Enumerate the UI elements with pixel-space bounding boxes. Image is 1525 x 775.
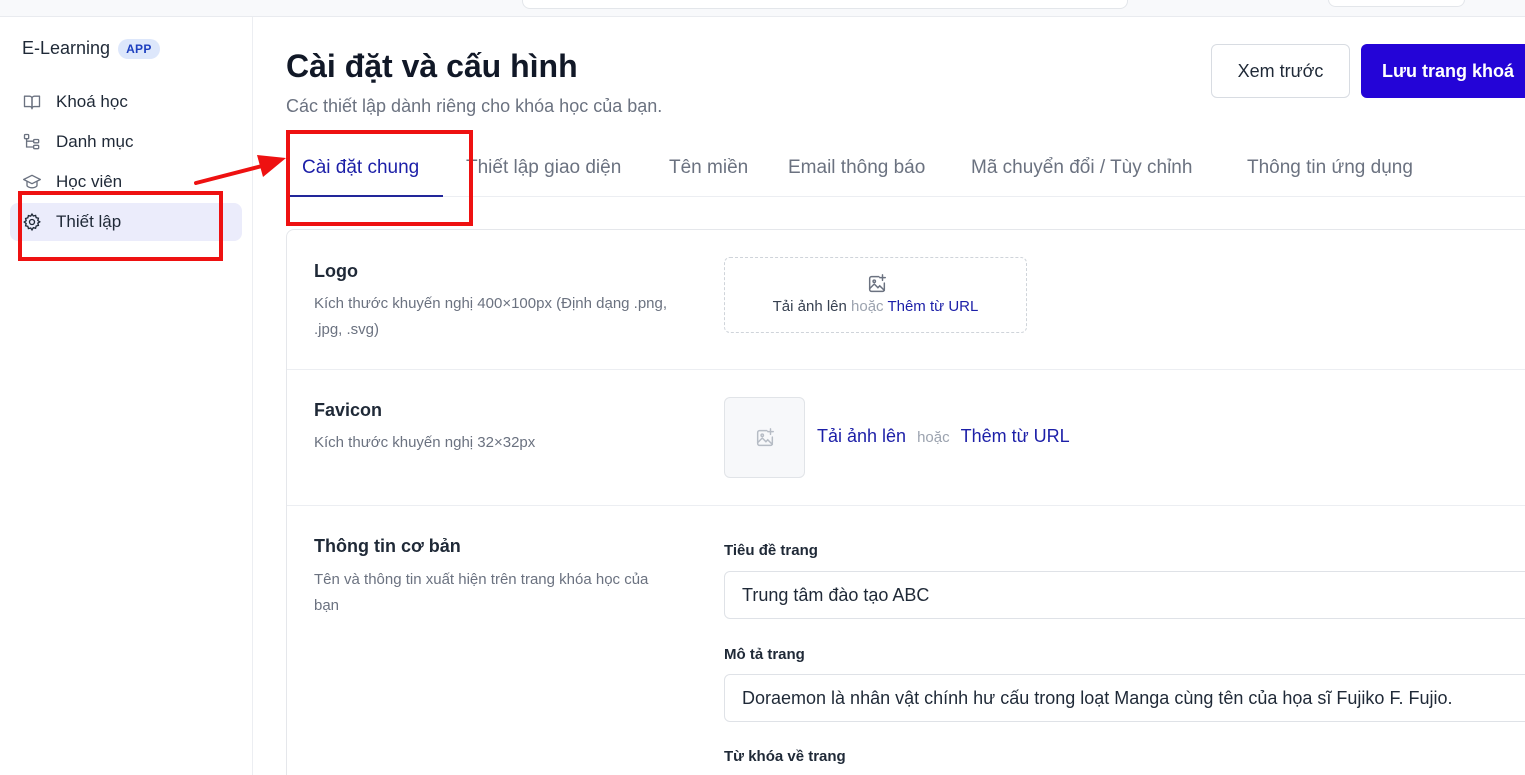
logo-section: Logo Kích thước khuyến nghị 400×100px (Đ…	[287, 230, 1525, 370]
logo-upload-link[interactable]: Tải ảnh lên	[773, 298, 847, 315]
tab-appearance[interactable]: Thiết lập giao diện	[466, 157, 621, 179]
logo-upload-zone[interactable]: Tải ảnh lên hoặc Thêm từ URL	[724, 257, 1027, 333]
brand: E-Learning APP	[22, 38, 160, 59]
tab-app-info[interactable]: Thông tin ứng dụng	[1247, 157, 1413, 179]
sidebar-item-label: Khoá học	[56, 92, 128, 111]
brand-badge: APP	[118, 38, 160, 59]
favicon-section: Favicon Kích thước khuyến nghị 32×32px T…	[287, 370, 1525, 506]
sidebar-item-label: Học viên	[56, 172, 123, 191]
annotation-box-general-tab	[286, 130, 473, 226]
logo-desc: Kích thước khuyến nghị 400×100px (Định d…	[314, 295, 668, 338]
favicon-title: Favicon	[314, 400, 383, 420]
tree-icon	[23, 133, 40, 150]
page-title: Cài đặt và cấu hình	[286, 48, 578, 84]
favicon-preview[interactable]	[724, 397, 805, 478]
favicon-desc: Kích thước khuyến nghị 32×32px	[314, 434, 536, 451]
basic-info-title: Thông tin cơ bản	[314, 536, 461, 556]
favicon-upload-link[interactable]: Tải ảnh lên	[817, 426, 906, 447]
basic-info-section: Thông tin cơ bản Tên và thông tin xuất h…	[287, 506, 1525, 775]
image-add-icon	[868, 274, 886, 293]
page-desc-input[interactable]: Doraemon là nhân vật chính hư cấu trong …	[724, 674, 1525, 722]
basic-info-desc: Tên và thông tin xuất hiện trên trang kh…	[314, 571, 649, 614]
page-title-input[interactable]: Trung tâm đào tạo ABC	[724, 571, 1525, 619]
save-page-button[interactable]: Lưu trang khoá	[1361, 44, 1525, 98]
user-menu[interactable]	[1328, 0, 1465, 7]
annotation-box-settings	[18, 191, 223, 261]
sidebar-item-label: Danh mục	[56, 132, 134, 151]
settings-card: Logo Kích thước khuyến nghị 400×100px (Đ…	[286, 229, 1525, 775]
logo-add-url-link[interactable]: Thêm từ URL	[887, 298, 978, 315]
logo-upload-text: Tải ảnh lên hoặc Thêm từ URL	[725, 298, 1026, 315]
book-open-icon	[23, 95, 41, 110]
top-bar	[0, 0, 1525, 17]
preview-button[interactable]: Xem trước	[1211, 44, 1350, 98]
logo-title: Logo	[314, 261, 358, 281]
logo-or-text: hoặc	[851, 298, 884, 315]
favicon-upload-links: Tải ảnh lên hoặc Thêm từ URL	[817, 426, 1070, 447]
sidebar-item-categories[interactable]: Danh mục	[10, 123, 242, 161]
keywords-label: Từ khóa về trang	[724, 748, 846, 765]
favicon-or-text: hoặc	[917, 429, 950, 446]
tab-domain[interactable]: Tên miền	[669, 157, 748, 179]
image-add-icon	[756, 428, 774, 447]
brand-name: E-Learning	[22, 38, 111, 58]
tab-custom-code[interactable]: Mã chuyển đổi / Tùy chỉnh	[971, 157, 1192, 179]
tab-email-notifications[interactable]: Email thông báo	[788, 157, 925, 179]
page-title-label: Tiêu đề trang	[724, 542, 818, 559]
sidebar-item-courses[interactable]: Khoá học	[10, 83, 242, 121]
search-bar[interactable]	[522, 0, 1128, 9]
page-subtitle: Các thiết lập dành riêng cho khóa học củ…	[286, 96, 663, 116]
favicon-add-url-link[interactable]: Thêm từ URL	[961, 426, 1070, 447]
page-desc-label: Mô tả trang	[724, 646, 805, 663]
sidebar: E-Learning APP Khoá học Danh mục Học viê…	[0, 17, 253, 775]
graduation-cap-icon	[23, 174, 41, 189]
